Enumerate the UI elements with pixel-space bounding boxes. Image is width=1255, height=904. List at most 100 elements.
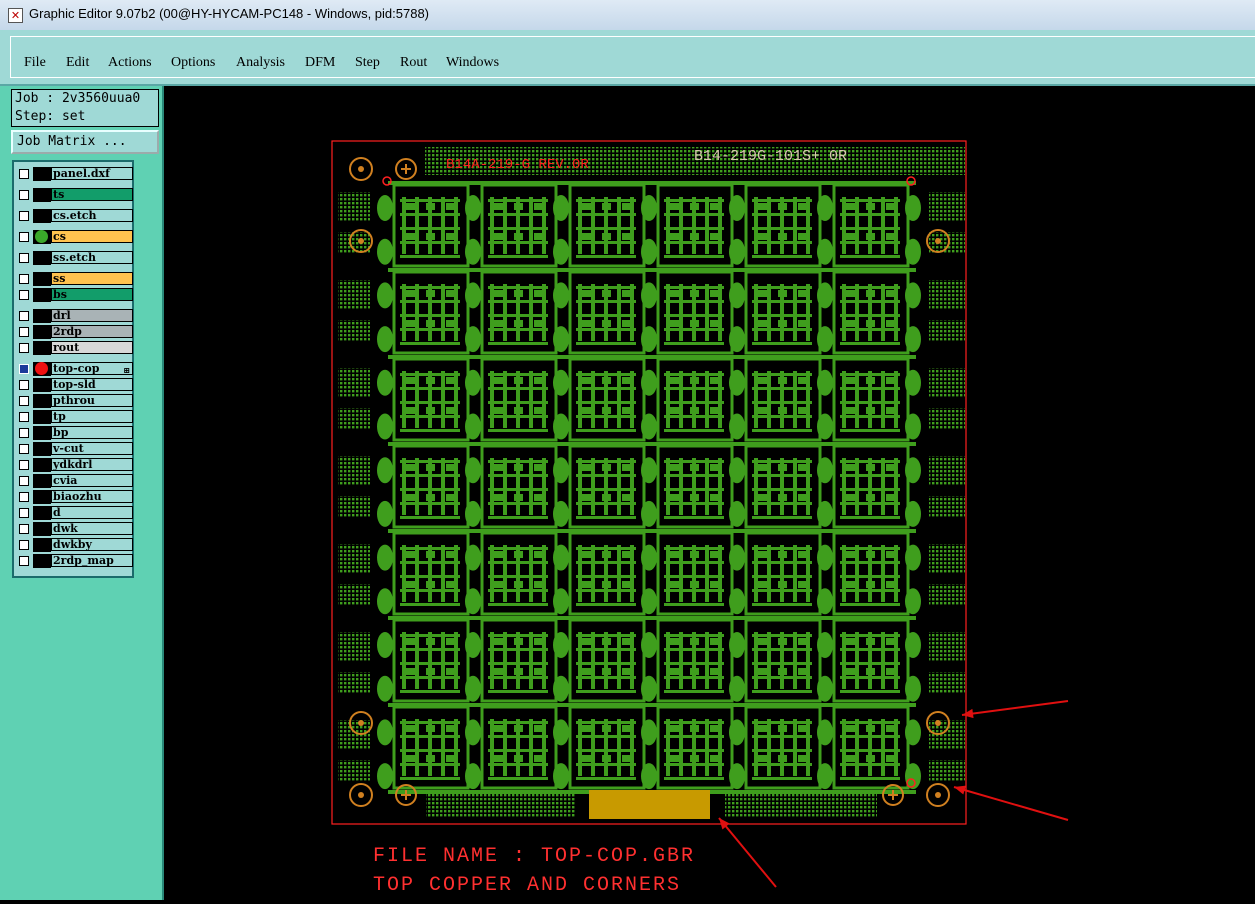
- layer-row-pthrou[interactable]: pthrou: [16, 394, 134, 408]
- layer-name[interactable]: dwkby: [51, 538, 133, 551]
- layer-name[interactable]: tp: [51, 410, 133, 423]
- layer-row-cs-etch[interactable]: cs.etch: [16, 209, 134, 223]
- layer-checkbox[interactable]: [19, 380, 29, 390]
- layer-checkbox[interactable]: [19, 524, 29, 534]
- layer-row-cvia[interactable]: cvia: [16, 474, 134, 488]
- layer-checkbox[interactable]: [19, 327, 29, 337]
- layer-checkbox[interactable]: [19, 274, 29, 284]
- layer-name[interactable]: bs: [51, 288, 133, 301]
- layer-name[interactable]: ss.etch: [51, 251, 133, 264]
- menu-file[interactable]: File: [24, 55, 46, 71]
- circuit-pad: [534, 203, 543, 210]
- right-side-dot-field: [929, 584, 965, 606]
- menu-actions[interactable]: Actions: [108, 55, 152, 71]
- left-side-dot-field: [338, 720, 370, 750]
- layer-checkbox[interactable]: [19, 412, 29, 422]
- layer-name[interactable]: v-cut: [51, 442, 133, 455]
- layer-checkbox[interactable]: [19, 428, 29, 438]
- circuit-trace: [855, 371, 859, 428]
- layer-checkbox[interactable]: [19, 492, 29, 502]
- circuit-trace: [855, 719, 859, 776]
- layer-row-drl[interactable]: drl: [16, 309, 134, 323]
- layer-row-tp[interactable]: tp: [16, 410, 134, 424]
- layer-checkbox[interactable]: [19, 211, 29, 221]
- menu-step[interactable]: Step: [355, 55, 380, 71]
- layer-name[interactable]: ydkdrl: [51, 458, 133, 471]
- layer-checkbox[interactable]: [19, 444, 29, 454]
- layer-name[interactable]: biaozhu: [51, 490, 133, 503]
- job-matrix-button[interactable]: Job Matrix ...: [11, 130, 159, 154]
- layer-row-d[interactable]: d: [16, 506, 134, 520]
- layer-checkbox[interactable]: [19, 508, 29, 518]
- layer-name[interactable]: drl: [51, 309, 133, 322]
- layer-name[interactable]: pthrou: [51, 394, 133, 407]
- circuit-pad: [670, 551, 679, 558]
- layer-checkbox[interactable]: [19, 169, 29, 179]
- layer-row-ss-etch[interactable]: ss.etch: [16, 251, 134, 265]
- layer-row-dwkby[interactable]: dwkby: [16, 538, 134, 552]
- layer-checkbox[interactable]: [19, 253, 29, 263]
- menu-windows[interactable]: Windows: [446, 55, 499, 71]
- layer-name[interactable]: 2rdp: [51, 325, 133, 338]
- layer-row-top-cop[interactable]: top-cop ⊞: [16, 362, 134, 376]
- menu-rout[interactable]: Rout: [400, 55, 427, 71]
- graphic-canvas[interactable]: B14A-219-G REV.0R B14-219G-101S+ 0R: [164, 86, 1255, 900]
- layer-name[interactable]: panel.dxf: [51, 167, 133, 180]
- circuit-pad: [534, 377, 543, 384]
- layer-checkbox[interactable]: [19, 556, 29, 566]
- layer-row-2rdp-map[interactable]: 2rdp_map: [16, 554, 134, 568]
- right-side-dot-field: [929, 672, 965, 694]
- window-title: Graphic Editor 9.07b2 (00@HY-HYCAM-PC148…: [29, 6, 430, 21]
- layer-checkbox[interactable]: [19, 190, 29, 200]
- layer-row-bp[interactable]: bp: [16, 426, 134, 440]
- circuit-pad: [406, 494, 415, 501]
- layer-row-bs[interactable]: bs: [16, 288, 134, 302]
- layer-row-ts[interactable]: ts: [16, 188, 134, 202]
- layer-row-v-cut[interactable]: v-cut: [16, 442, 134, 456]
- layer-row-top-sld[interactable]: top-sld: [16, 378, 134, 392]
- layer-row-dwk[interactable]: dwk: [16, 522, 134, 536]
- layer-checkbox[interactable]: [19, 364, 29, 374]
- layer-name[interactable]: rout: [51, 341, 133, 354]
- layer-checkbox[interactable]: [19, 476, 29, 486]
- annotation-arrow-bottom: [718, 817, 777, 888]
- layer-row-2rdp[interactable]: 2rdp: [16, 325, 134, 339]
- layer-name[interactable]: bp: [51, 426, 133, 439]
- circuit-pad: [534, 581, 543, 588]
- layer-row-ss[interactable]: ss: [16, 272, 134, 286]
- layer-checkbox[interactable]: [19, 540, 29, 550]
- circuit-trace: [793, 371, 797, 428]
- layer-row-rout[interactable]: rout: [16, 341, 134, 355]
- layer-row-ydkdrl[interactable]: ydkdrl: [16, 458, 134, 472]
- layer-checkbox[interactable]: [19, 311, 29, 321]
- layer-name[interactable]: d: [51, 506, 133, 519]
- layer-name[interactable]: dwk: [51, 522, 133, 535]
- circuit-trace: [402, 284, 406, 341]
- layer-checkbox[interactable]: [19, 396, 29, 406]
- menu-options[interactable]: Options: [171, 55, 215, 71]
- menu-analysis[interactable]: Analysis: [236, 55, 285, 71]
- layer-name[interactable]: cs: [51, 230, 133, 243]
- layer-checkbox[interactable]: [19, 232, 29, 242]
- circuit-pad: [426, 494, 435, 501]
- layer-name[interactable]: ss: [51, 272, 133, 285]
- menu-dfm[interactable]: DFM: [305, 55, 335, 71]
- layer-row-cs[interactable]: cs: [16, 230, 134, 244]
- layer-name[interactable]: cvia: [51, 474, 133, 487]
- layer-row-panel-dxf[interactable]: panel.dxf: [16, 167, 134, 181]
- layer-name[interactable]: ts: [51, 188, 133, 201]
- circuit-trace: [617, 197, 621, 254]
- board-view[interactable]: B14A-219-G REV.0R B14-219G-101S+ 0R: [164, 86, 1255, 900]
- circuit-trace: [488, 690, 548, 693]
- layer-name[interactable]: top-sld: [51, 378, 133, 391]
- layer-row-biaozhu[interactable]: biaozhu: [16, 490, 134, 504]
- layer-checkbox[interactable]: [19, 290, 29, 300]
- layer-name[interactable]: 2rdp_map: [51, 554, 133, 567]
- layer-checkbox[interactable]: [19, 460, 29, 470]
- menu-edit[interactable]: Edit: [66, 55, 89, 71]
- circuit-trace: [664, 314, 724, 317]
- layer-name[interactable]: top-cop ⊞: [51, 362, 133, 375]
- circuit-trace: [578, 284, 582, 341]
- layer-name[interactable]: cs.etch: [51, 209, 133, 222]
- layer-checkbox[interactable]: [19, 343, 29, 353]
